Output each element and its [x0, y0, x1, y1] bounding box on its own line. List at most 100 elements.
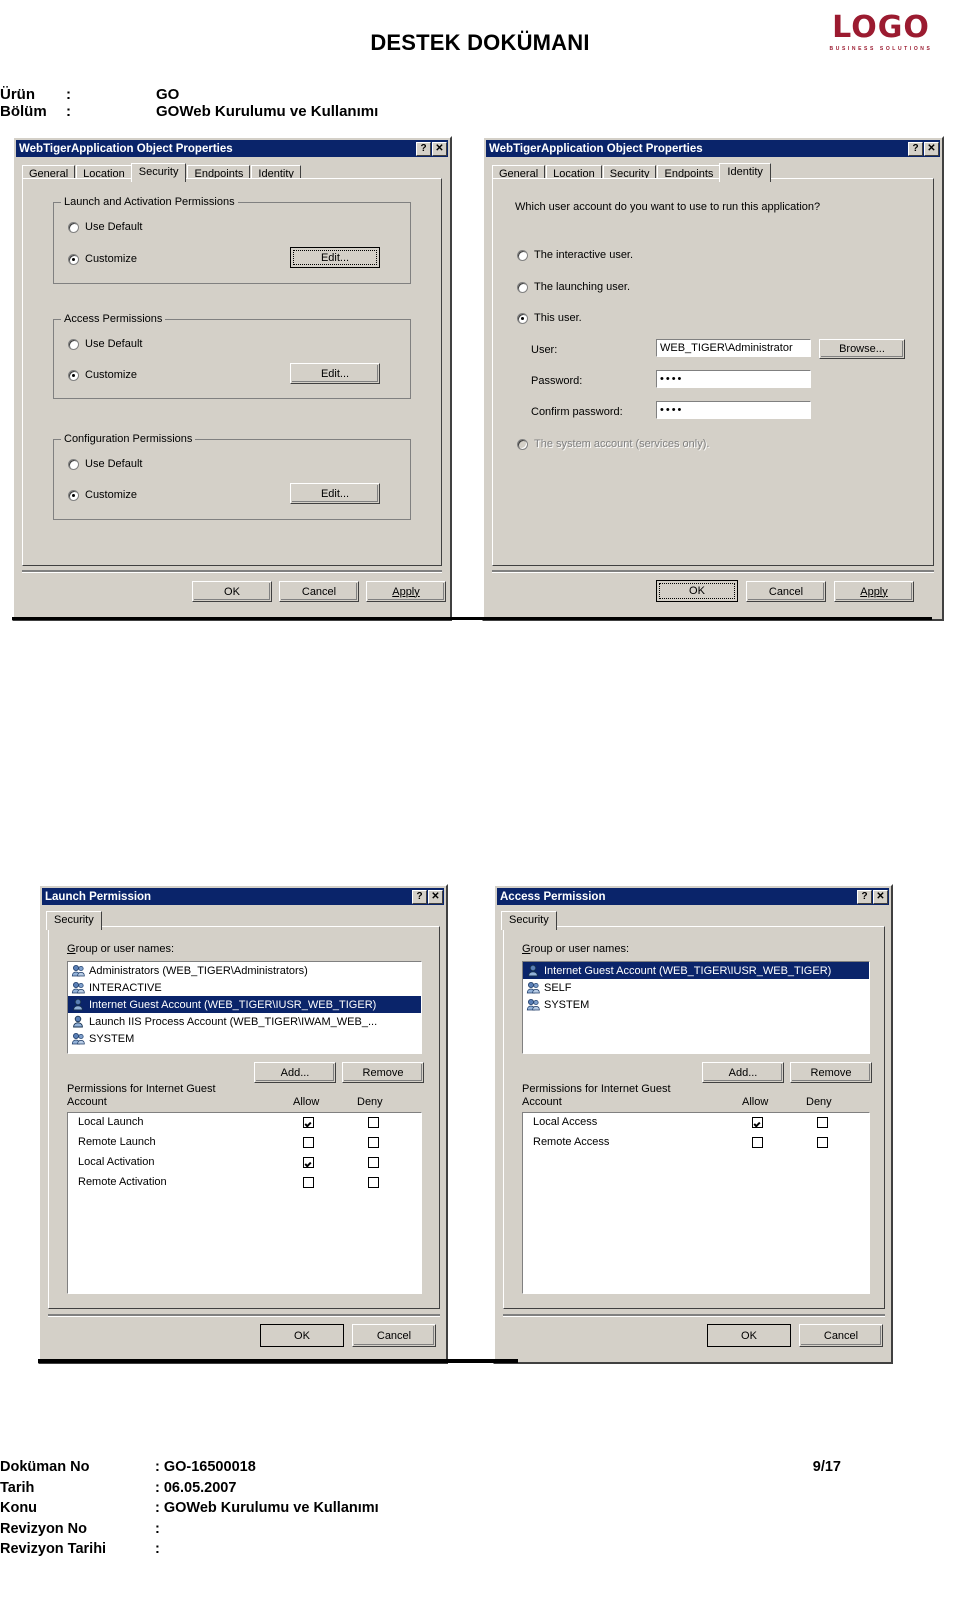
confirm-password-field[interactable]: ••••: [656, 401, 811, 419]
tabpage-security: Group or user names: Internet Guest Acco…: [503, 926, 885, 1309]
dialog-access-permission[interactable]: Access Permission ? ✕ Security Group or …: [493, 884, 893, 1364]
group-access-permissions: Access Permissions Use Default Customize…: [53, 313, 411, 399]
list-item[interactable]: Launch IIS Process Account (WEB_TIGER\IW…: [68, 1013, 421, 1030]
titlebar-text: WebTigerApplication Object Properties: [19, 142, 233, 155]
apply-button[interactable]: Apply: [834, 581, 914, 602]
meta-row-urun: Ürün : GO: [0, 86, 640, 103]
section-rule-bottom: [38, 1359, 518, 1363]
cancel-button[interactable]: Cancel: [799, 1324, 883, 1347]
edit-configuration-permissions-button[interactable]: Edit...: [290, 483, 380, 504]
titlebar[interactable]: Launch Permission ? ✕: [42, 888, 444, 905]
divider: [48, 1314, 440, 1317]
cancel-button[interactable]: Cancel: [279, 581, 359, 602]
titlebar[interactable]: WebTigerApplication Object Properties ? …: [486, 140, 940, 157]
page-number: 9/17: [812, 1459, 841, 1475]
titlebar[interactable]: WebTigerApplication Object Properties ? …: [16, 140, 448, 157]
allow-checkbox[interactable]: [752, 1137, 763, 1148]
password-field[interactable]: ••••: [656, 370, 811, 388]
dialog-launch-permission[interactable]: Launch Permission ? ✕ Security Group or …: [38, 884, 448, 1364]
logo: LOGO BUSINESS SOLUTIONS: [816, 10, 946, 54]
list-item[interactable]: SYSTEM: [68, 1030, 421, 1047]
ok-button[interactable]: OK: [707, 1324, 791, 1347]
browse-button[interactable]: Browse...: [819, 339, 905, 359]
tab-security[interactable]: Security: [46, 911, 102, 930]
radio-config-customize[interactable]: Customize: [68, 489, 137, 501]
allow-checkbox[interactable]: [303, 1117, 314, 1128]
remove-button[interactable]: Remove: [790, 1062, 872, 1083]
list-item[interactable]: SELF: [523, 979, 869, 996]
radio-access-customize[interactable]: Customize: [68, 369, 137, 381]
button-label: Add...: [280, 1066, 310, 1079]
cancel-button[interactable]: Cancel: [352, 1324, 436, 1347]
remove-button[interactable]: Remove: [342, 1062, 424, 1083]
user-field[interactable]: WEB_TIGER\Administrator: [656, 339, 811, 357]
radio-launching-user[interactable]: The launching user.: [517, 281, 630, 293]
allow-checkbox[interactable]: [752, 1117, 763, 1128]
deny-checkbox[interactable]: [817, 1137, 828, 1148]
list-item[interactable]: Administrators (WEB_TIGER\Administrators…: [68, 962, 421, 979]
apply-button[interactable]: Apply: [366, 581, 446, 602]
group-or-user-names-list[interactable]: Administrators (WEB_TIGER\Administrators…: [67, 961, 422, 1054]
list-item[interactable]: Internet Guest Account (WEB_TIGER\IUSR_W…: [68, 996, 421, 1013]
radio-launch-customize[interactable]: Customize: [68, 253, 137, 265]
radio-launch-use-default[interactable]: Use Default: [68, 221, 142, 233]
table-row[interactable]: Local Access: [523, 1113, 869, 1133]
edit-access-permissions-button[interactable]: Edit...: [290, 363, 380, 384]
permissions-grid[interactable]: Local Launch Remote Launch Local Activat…: [67, 1112, 422, 1294]
table-row[interactable]: Local Launch: [68, 1113, 421, 1133]
meta-value: GO: [156, 86, 180, 103]
ok-button[interactable]: OK: [260, 1324, 344, 1347]
close-icon[interactable]: ✕: [873, 889, 888, 904]
confirm-password-field-label: Confirm password:: [531, 406, 623, 418]
dialog-object-properties-security[interactable]: WebTigerApplication Object Properties ? …: [12, 136, 452, 621]
edit-launch-permissions-button[interactable]: Edit...: [290, 247, 380, 268]
list-item[interactable]: Internet Guest Account (WEB_TIGER\IUSR_W…: [523, 962, 869, 979]
deny-checkbox[interactable]: [368, 1117, 379, 1128]
tab-security[interactable]: Security: [501, 911, 557, 930]
close-icon[interactable]: ✕: [428, 889, 443, 904]
help-icon[interactable]: ?: [908, 141, 923, 156]
close-icon[interactable]: ✕: [432, 141, 447, 156]
radio-config-use-default[interactable]: Use Default: [68, 458, 142, 470]
table-row[interactable]: Remote Activation: [68, 1173, 421, 1193]
help-icon[interactable]: ?: [857, 889, 872, 904]
ok-button[interactable]: OK: [656, 580, 738, 602]
add-button[interactable]: Add...: [702, 1062, 784, 1083]
table-row[interactable]: Remote Access: [523, 1133, 869, 1153]
cancel-button[interactable]: Cancel: [746, 581, 826, 602]
deny-checkbox[interactable]: [368, 1157, 379, 1168]
table-row[interactable]: Local Activation: [68, 1153, 421, 1173]
allow-checkbox[interactable]: [303, 1137, 314, 1148]
page-footer: Doküman No : GO-16500018 9/17 Tarih : 06…: [0, 1457, 960, 1560]
ok-button[interactable]: OK: [192, 581, 272, 602]
help-icon[interactable]: ?: [416, 141, 431, 156]
dialog-object-properties-identity[interactable]: WebTigerApplication Object Properties ? …: [482, 136, 944, 621]
titlebar-text: WebTigerApplication Object Properties: [489, 142, 703, 155]
permission-name: Remote Access: [533, 1136, 610, 1148]
deny-checkbox[interactable]: [817, 1117, 828, 1128]
group-launch-activation-permissions: Launch and Activation Permissions Use De…: [53, 196, 411, 284]
table-row[interactable]: Remote Launch: [68, 1133, 421, 1153]
tab-identity[interactable]: Identity: [719, 163, 771, 182]
list-item[interactable]: SYSTEM: [523, 996, 869, 1013]
close-icon[interactable]: ✕: [924, 141, 939, 156]
deny-checkbox[interactable]: [368, 1137, 379, 1148]
tab-security[interactable]: Security: [130, 163, 187, 182]
meta-colon: :: [66, 86, 71, 103]
footer-row-konu: Konu : GOWeb Kurulumu ve Kullanımı: [0, 1498, 960, 1519]
document-meta: Ürün : GO Bölüm : GOWeb Kurulumu ve Kull…: [0, 86, 640, 120]
add-button[interactable]: Add...: [254, 1062, 336, 1083]
titlebar[interactable]: Access Permission ? ✕: [497, 888, 889, 905]
allow-checkbox[interactable]: [303, 1157, 314, 1168]
user-icon: [71, 998, 85, 1011]
permissions-grid[interactable]: Local Access Remote Access: [522, 1112, 870, 1294]
help-icon[interactable]: ?: [412, 889, 427, 904]
radio-this-user[interactable]: This user.: [517, 312, 582, 324]
group-or-user-names-list[interactable]: Internet Guest Account (WEB_TIGER\IUSR_W…: [522, 961, 870, 1054]
deny-checkbox[interactable]: [368, 1177, 379, 1188]
allow-checkbox[interactable]: [303, 1177, 314, 1188]
radio-access-use-default[interactable]: Use Default: [68, 338, 142, 350]
permission-name: Local Access: [533, 1116, 598, 1128]
radio-interactive-user[interactable]: The interactive user.: [517, 249, 633, 261]
list-item[interactable]: INTERACTIVE: [68, 979, 421, 996]
